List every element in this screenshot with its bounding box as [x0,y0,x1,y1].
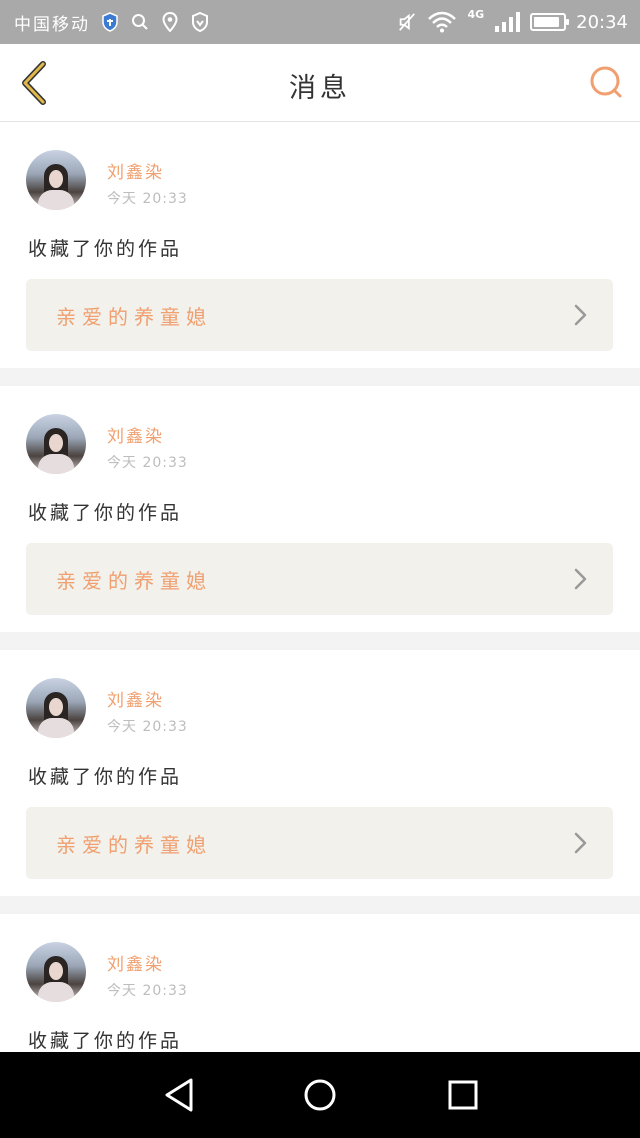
avatar[interactable] [26,150,86,210]
heart-shield-icon [190,12,210,32]
message-time: 今天 20:33 [107,191,188,207]
avatar[interactable] [26,414,86,474]
status-bar: 中国移动 4G 20:34 [0,0,640,44]
avatar[interactable] [26,942,86,1002]
work-link[interactable]: 亲爱的养童媳 [26,543,613,615]
search-icon [590,66,622,98]
message-card: 刘鑫染 今天 20:33 收藏了你的作品 [0,914,640,1052]
carrier-name: 中国移动 [14,14,90,35]
battery-icon [530,13,570,31]
network-type: 4G [467,7,485,21]
chevron-right-icon [574,568,587,590]
location-pin-icon [160,12,180,32]
wifi-icon [427,11,457,33]
message-time: 今天 20:33 [107,983,188,999]
user-name[interactable]: 刘鑫染 [107,686,164,711]
system-nav-bar [0,1052,640,1138]
recents-square-icon [448,1080,478,1110]
chevron-right-icon [574,304,587,326]
action-text: 收藏了你的作品 [28,238,183,260]
work-link[interactable]: 亲爱的养童媳 [26,279,613,351]
message-list[interactable]: 刘鑫染 今天 20:33 收藏了你的作品 亲爱的养童媳 刘鑫染 今天 20:33… [0,122,640,1052]
work-title: 亲爱的养童媳 [56,569,212,593]
mute-icon [397,12,417,32]
clock: 20:34 [576,11,628,33]
message-card: 刘鑫染 今天 20:33 收藏了你的作品 亲爱的养童媳 [0,650,640,896]
message-time: 今天 20:33 [107,455,188,471]
search-icon [130,12,150,32]
work-title: 亲爱的养童媳 [56,833,212,857]
avatar[interactable] [26,678,86,738]
back-triangle-icon [165,1078,193,1112]
search-button[interactable] [586,62,626,102]
nav-recents-button[interactable] [443,1075,483,1115]
battery-level [534,17,560,27]
message-card: 刘鑫染 今天 20:33 收藏了你的作品 亲爱的养童媳 [0,122,640,368]
user-name[interactable]: 刘鑫染 [107,158,164,183]
home-circle-icon [304,1079,336,1111]
chevron-right-icon [574,832,587,854]
nav-home-button[interactable] [300,1075,340,1115]
page-title: 消息 [289,73,351,104]
signal-icon [494,12,521,32]
message-time: 今天 20:33 [107,719,188,735]
user-name[interactable]: 刘鑫染 [107,950,164,975]
action-text: 收藏了你的作品 [28,1030,183,1052]
user-name[interactable]: 刘鑫染 [107,422,164,447]
work-link[interactable]: 亲爱的养童媳 [26,807,613,879]
action-text: 收藏了你的作品 [28,502,183,524]
work-title: 亲爱的养童媳 [56,305,212,329]
message-card: 刘鑫染 今天 20:33 收藏了你的作品 亲爱的养童媳 [0,386,640,632]
nav-back-button[interactable] [159,1075,199,1115]
action-text: 收藏了你的作品 [28,766,183,788]
shield-icon [100,12,120,32]
header-bar: 消息 [0,44,640,122]
